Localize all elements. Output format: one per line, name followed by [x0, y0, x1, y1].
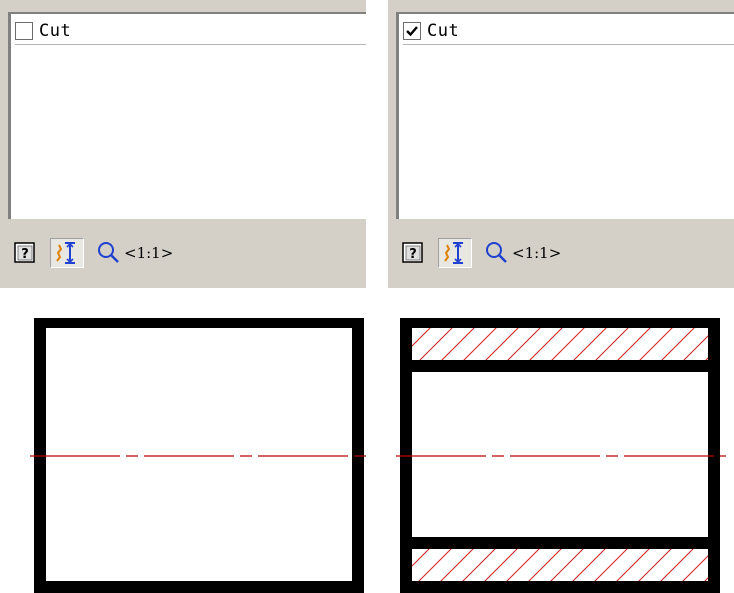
left-properties-panel: Cut ? <1:1> [0, 0, 366, 288]
display-mode-icon[interactable] [50, 238, 84, 268]
svg-text:?: ? [409, 247, 417, 262]
hatch-bottom [406, 543, 714, 587]
left-cylinder-view [30, 318, 370, 593]
list-item[interactable]: Cut [15, 20, 366, 45]
list-item[interactable]: Cut [403, 20, 734, 45]
cut-label: Cut [39, 21, 72, 41]
left-option-list: Cut [8, 12, 366, 219]
help-icon[interactable]: ? [14, 242, 36, 264]
zoom-icon[interactable] [96, 240, 120, 264]
cylinder-outline [34, 318, 364, 593]
svg-text:?: ? [21, 247, 29, 262]
zoom-level-label: <1:1> [124, 244, 174, 262]
left-toolbar: ? <1:1> [0, 226, 366, 276]
zoom-level-label: <1:1> [512, 244, 562, 262]
right-section-view [396, 318, 726, 593]
zoom-icon[interactable] [484, 240, 508, 264]
right-option-list: Cut [396, 12, 734, 219]
display-mode-icon[interactable] [438, 238, 472, 268]
help-icon[interactable]: ? [402, 242, 424, 264]
cut-label: Cut [427, 21, 460, 41]
right-properties-panel: Cut ? <1:1> [388, 0, 734, 288]
cut-checkbox[interactable] [403, 22, 421, 40]
cut-checkbox[interactable] [15, 22, 33, 40]
right-toolbar: ? <1:1> [388, 226, 734, 276]
checkmark-icon [406, 26, 418, 37]
hatch-top [406, 322, 714, 366]
